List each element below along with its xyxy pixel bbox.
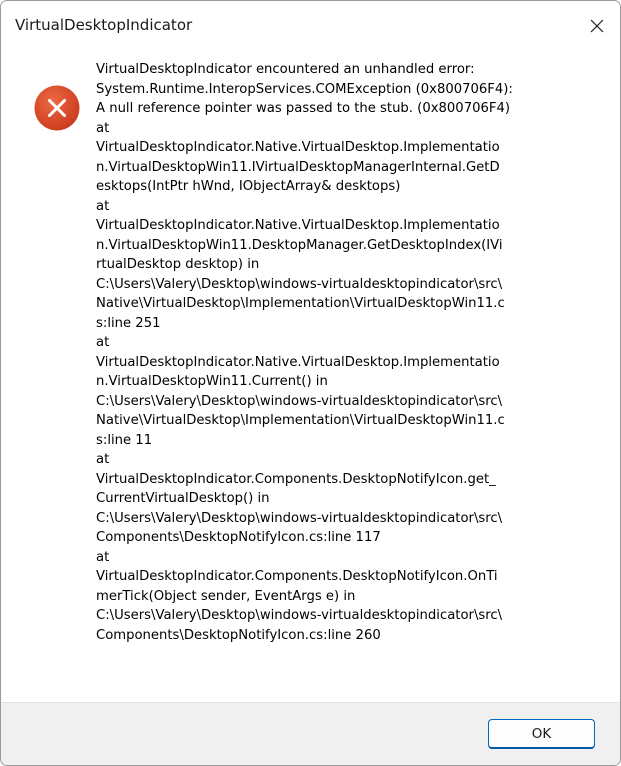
close-button[interactable] xyxy=(574,1,620,51)
window-title: VirtualDesktopIndicator xyxy=(15,16,193,34)
ok-button[interactable]: OK xyxy=(488,719,595,749)
error-message: VirtualDesktopIndicator encountered an u… xyxy=(96,62,513,643)
error-icon xyxy=(34,85,80,131)
error-dialog-window: VirtualDesktopIndicator VirtualDesktopIn… xyxy=(0,0,621,766)
dialog-content: VirtualDesktopIndicator encountered an u… xyxy=(1,51,620,703)
close-icon xyxy=(590,19,604,33)
dialog-footer: OK xyxy=(1,702,620,765)
title-bar[interactable]: VirtualDesktopIndicator xyxy=(1,1,620,51)
